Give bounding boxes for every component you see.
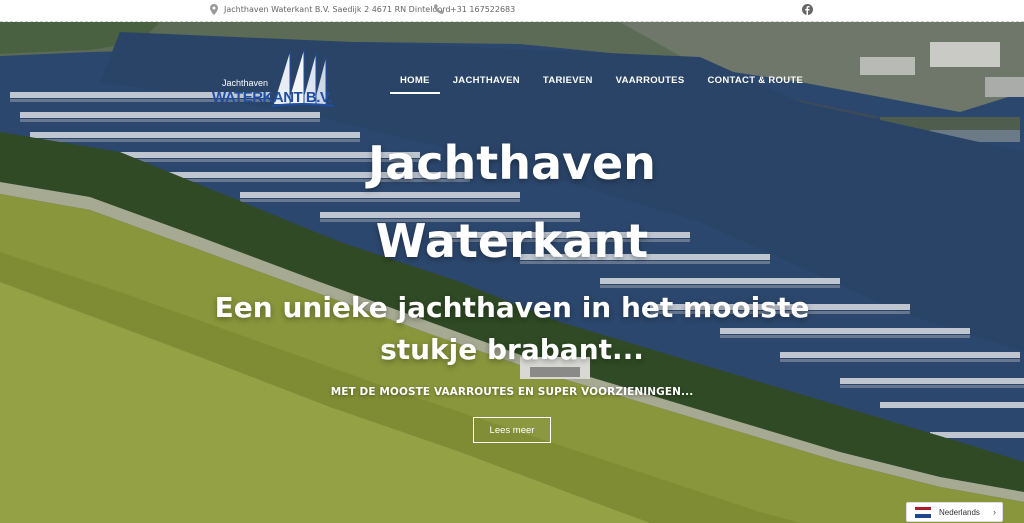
language-label: Nederlands [939, 507, 980, 517]
nav-vaarroutes[interactable]: VAARROUTES [606, 75, 695, 94]
main-navigation: HOME JACHTHAVEN TARIEVEN VAARROUTES CONT… [390, 75, 816, 94]
logo-big-text: WATERKANT B.V. [212, 89, 332, 106]
hero-title-line2: Waterkant [375, 214, 649, 268]
top-info-bar: Jachthaven Waterkant B.V. Saedijk 2 4671… [0, 0, 1024, 22]
location-pin-icon [210, 4, 218, 15]
chevron-right-icon: › [993, 507, 996, 517]
hero-background-image [0, 22, 1024, 523]
language-selector[interactable]: Nederlands › [906, 502, 1003, 522]
hero-tagline-line2: stukje brabant... [380, 333, 644, 366]
hero-title-line1: Jachthaven [368, 136, 656, 190]
nav-tarieven[interactable]: TARIEVEN [533, 75, 603, 94]
phone-info[interactable]: +31 167522683 [434, 4, 515, 14]
hero-subtitle: MET DE MOOSTE VAARROUTES EN SUPER VOORZI… [330, 386, 694, 398]
facebook-link[interactable] [802, 4, 813, 15]
address-info[interactable]: Jachthaven Waterkant B.V. Saedijk 2 4671… [210, 4, 450, 15]
hero-section: Jachthaven WATERKANT B.V. HOME JACHTHAVE… [0, 22, 1024, 523]
nav-contact-route[interactable]: CONTACT & ROUTE [697, 75, 813, 94]
phone-icon [434, 4, 444, 14]
netherlands-flag-icon [915, 506, 931, 518]
address-text: Jachthaven Waterkant B.V. Saedijk 2 4671… [224, 5, 451, 14]
phone-text: +31 167522683 [450, 4, 516, 14]
nav-home[interactable]: HOME [390, 75, 440, 94]
site-logo[interactable]: Jachthaven WATERKANT B.V. [212, 44, 337, 114]
logo-small-text: Jachthaven [222, 78, 269, 88]
read-more-button[interactable]: Lees meer [473, 417, 551, 443]
nav-jachthaven[interactable]: JACHTHAVEN [443, 75, 530, 94]
facebook-icon [802, 4, 813, 15]
hero-tagline-line1: Een unieke jachthaven in het mooiste [214, 291, 810, 324]
